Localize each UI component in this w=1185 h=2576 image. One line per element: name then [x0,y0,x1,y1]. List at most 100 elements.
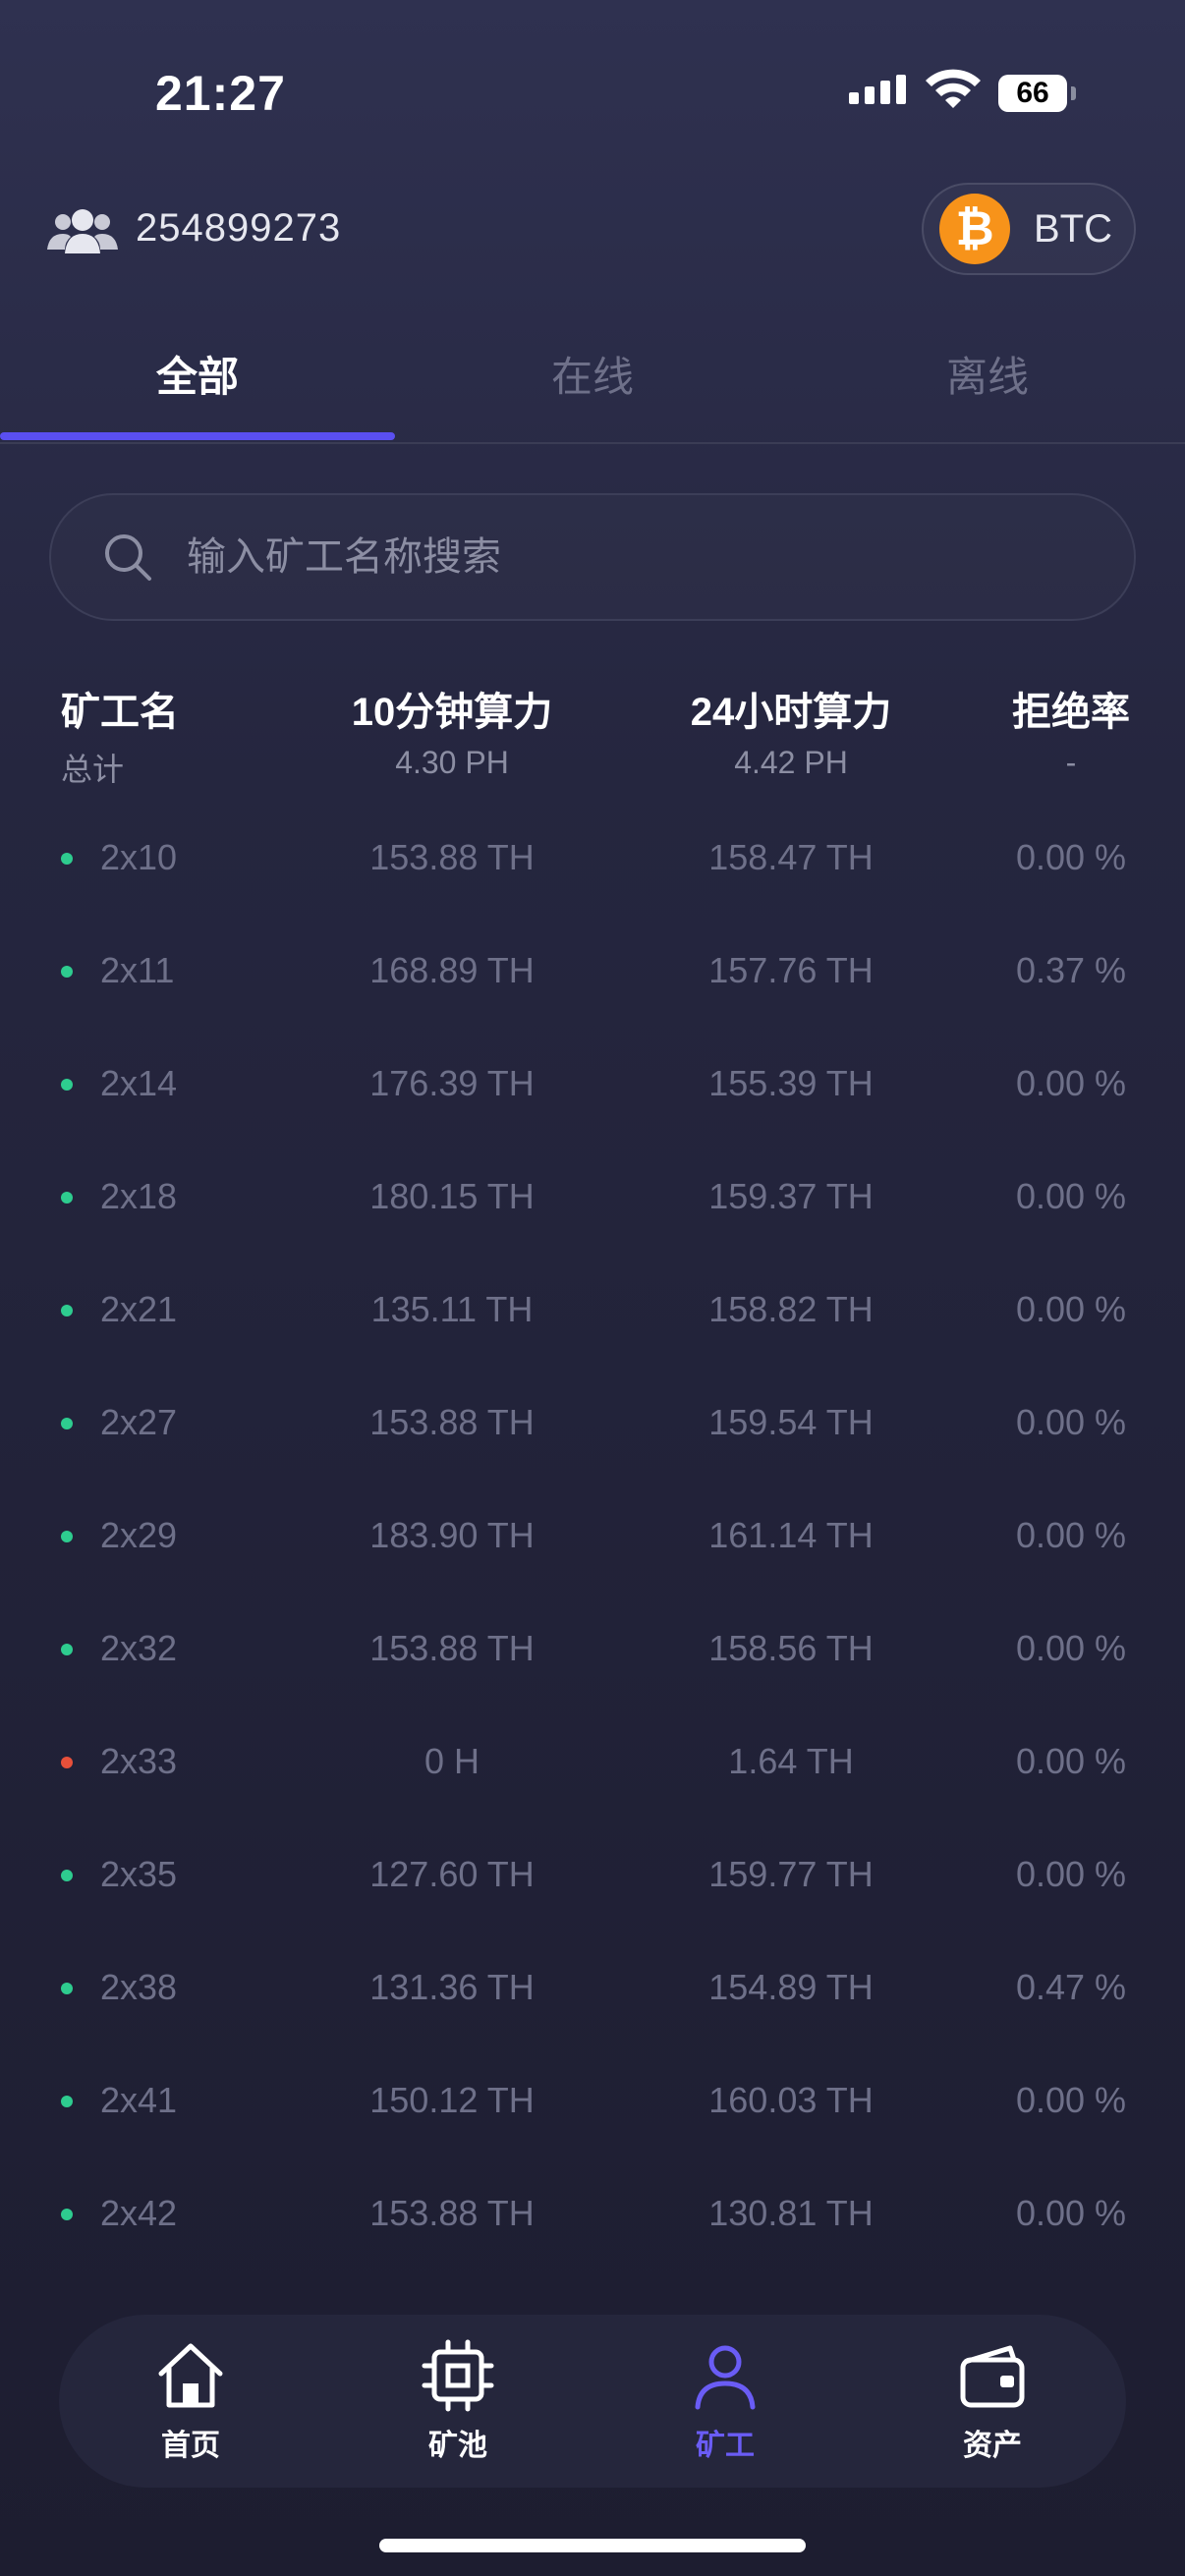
nav-home[interactable]: 首页 [122,2338,259,2466]
hashrate-10min: 176.39 TH [369,1063,535,1103]
hashrate-10min: 127.60 TH [369,1854,535,1894]
table-row[interactable]: 2x33 0 H 1.64 TH 0.00 % [0,1723,1185,1802]
home-icon [158,2343,223,2408]
hashrate-10min: 153.88 TH [369,1628,535,1668]
totals-10min: 4.30 PH [395,745,509,780]
account-id[interactable]: 254899273 [136,206,341,251]
cellular-signal-icon [849,75,906,104]
tab-online[interactable]: 在线 [395,344,790,404]
miner-name: 2x10 [100,837,178,877]
hashrate-24h: 1.64 TH [728,1741,854,1781]
wallet-icon [960,2345,1025,2408]
status-dot [61,966,73,978]
hashrate-10min: 168.89 TH [369,950,535,990]
reject-rate: 0.00 % [1015,1628,1127,1668]
miner-name: 2x14 [100,1063,178,1103]
status-dot [61,1531,73,1542]
battery-nub [1071,86,1076,100]
status-dot [61,853,73,865]
tab-active-indicator [0,432,395,440]
status-dot [61,1983,73,1994]
reject-rate: 0.00 % [1015,1515,1127,1555]
nav-pool[interactable]: 矿池 [389,2338,527,2466]
nav-label: 首页 [161,2430,220,2462]
home-indicator [379,2539,806,2552]
status-dot [61,1305,73,1316]
reject-rate: 0.00 % [1015,1176,1127,1216]
reject-rate: 0.00 % [1015,1402,1127,1442]
hashrate-10min: 180.15 TH [369,1176,535,1216]
miner-name: 2x33 [100,1741,178,1781]
table-row[interactable]: 2x18 180.15 TH 159.37 TH 0.00 % [0,1158,1185,1237]
table-row[interactable]: 2x10 153.88 TH 158.47 TH 0.00 % [0,819,1185,898]
col-header-24h[interactable]: 24小时算力 [634,680,948,737]
table-row[interactable]: 2x38 131.36 TH 154.89 TH 0.47 % [0,1949,1185,2028]
status-dot [61,2096,73,2107]
status-dot [61,1757,73,1768]
miner-name: 2x42 [100,2193,178,2233]
wifi-icon [926,69,981,108]
miner-name: 2x11 [100,950,175,990]
table-row[interactable]: 2x42 153.88 TH 130.81 TH 0.00 % [0,2175,1185,2254]
search-bar[interactable] [49,493,1136,621]
nav-assets[interactable]: 资产 [924,2338,1061,2466]
hashrate-24h: 130.81 TH [708,2193,874,2233]
hashrate-10min: 153.88 TH [369,837,535,877]
miner-name: 2x29 [100,1515,178,1555]
table-row[interactable]: 2x29 183.90 TH 161.14 TH 0.00 % [0,1497,1185,1576]
hashrate-10min: 153.88 TH [369,2193,535,2233]
coin-selector-button[interactable]: ₿ BTC [922,183,1136,275]
table-row[interactable]: 2x14 176.39 TH 155.39 TH 0.00 % [0,1045,1185,1124]
miner-name: 2x35 [100,1854,178,1894]
table-row[interactable]: 2x27 153.88 TH 159.54 TH 0.00 % [0,1384,1185,1463]
reject-rate: 0.00 % [1015,1854,1127,1894]
col-header-10min[interactable]: 10分钟算力 [295,680,609,737]
reject-rate: 0.00 % [1015,1289,1127,1329]
tab-all[interactable]: 全部 [0,344,395,404]
nav-label: 矿池 [428,2430,487,2462]
hashrate-10min: 153.88 TH [369,1402,535,1442]
reject-rate: 0.47 % [1015,1967,1127,2007]
miner-name: 2x27 [100,1402,178,1442]
hashrate-10min: 0 H [423,1741,480,1781]
totals-reject: - [1065,745,1077,780]
users-icon [47,209,118,253]
user-icon [695,2345,756,2410]
miner-name: 2x18 [100,1176,178,1216]
miner-name: 2x38 [100,1967,178,2007]
hashrate-24h: 159.77 TH [708,1854,874,1894]
status-dot [61,1192,73,1204]
reject-rate: 0.00 % [1015,837,1127,877]
hashrate-24h: 158.47 TH [708,837,874,877]
table-row[interactable]: 2x35 127.60 TH 159.77 TH 0.00 % [0,1836,1185,1915]
reject-rate: 0.00 % [1015,1063,1127,1103]
reject-rate: 0.00 % [1015,2193,1127,2233]
hashrate-10min: 150.12 TH [369,2080,535,2120]
status-time: 21:27 [155,66,286,121]
hashrate-24h: 161.14 TH [708,1515,874,1555]
tab-divider [0,442,1185,444]
totals-24h: 4.42 PH [734,745,848,780]
hashrate-24h: 159.54 TH [708,1402,874,1442]
hashrate-10min: 183.90 TH [369,1515,535,1555]
col-header-miner[interactable]: 矿工名 [61,680,179,737]
bitcoin-icon: ₿ [939,194,1010,264]
miner-name: 2x21 [100,1289,178,1329]
status-dot [61,1079,73,1091]
search-input[interactable] [185,533,1073,581]
hashrate-24h: 157.76 TH [708,950,874,990]
hashrate-24h: 155.39 TH [708,1063,874,1103]
status-dot [61,1644,73,1655]
reject-rate: 0.00 % [1015,1741,1127,1781]
nav-miner[interactable]: 矿工 [656,2338,794,2466]
totals-label: 总计 [61,752,125,787]
table-row[interactable]: 2x11 168.89 TH 157.76 TH 0.37 % [0,932,1185,1011]
table-row[interactable]: 2x32 153.88 TH 158.56 TH 0.00 % [0,1610,1185,1689]
hashrate-24h: 158.82 TH [708,1289,874,1329]
miner-name: 2x32 [100,1628,178,1668]
hashrate-10min: 135.11 TH [370,1289,534,1329]
table-row[interactable]: 2x41 150.12 TH 160.03 TH 0.00 % [0,2062,1185,2141]
tab-offline[interactable]: 离线 [790,344,1185,404]
col-header-reject[interactable]: 拒绝率 [983,680,1159,737]
table-row[interactable]: 2x21 135.11 TH 158.82 TH 0.00 % [0,1271,1185,1350]
